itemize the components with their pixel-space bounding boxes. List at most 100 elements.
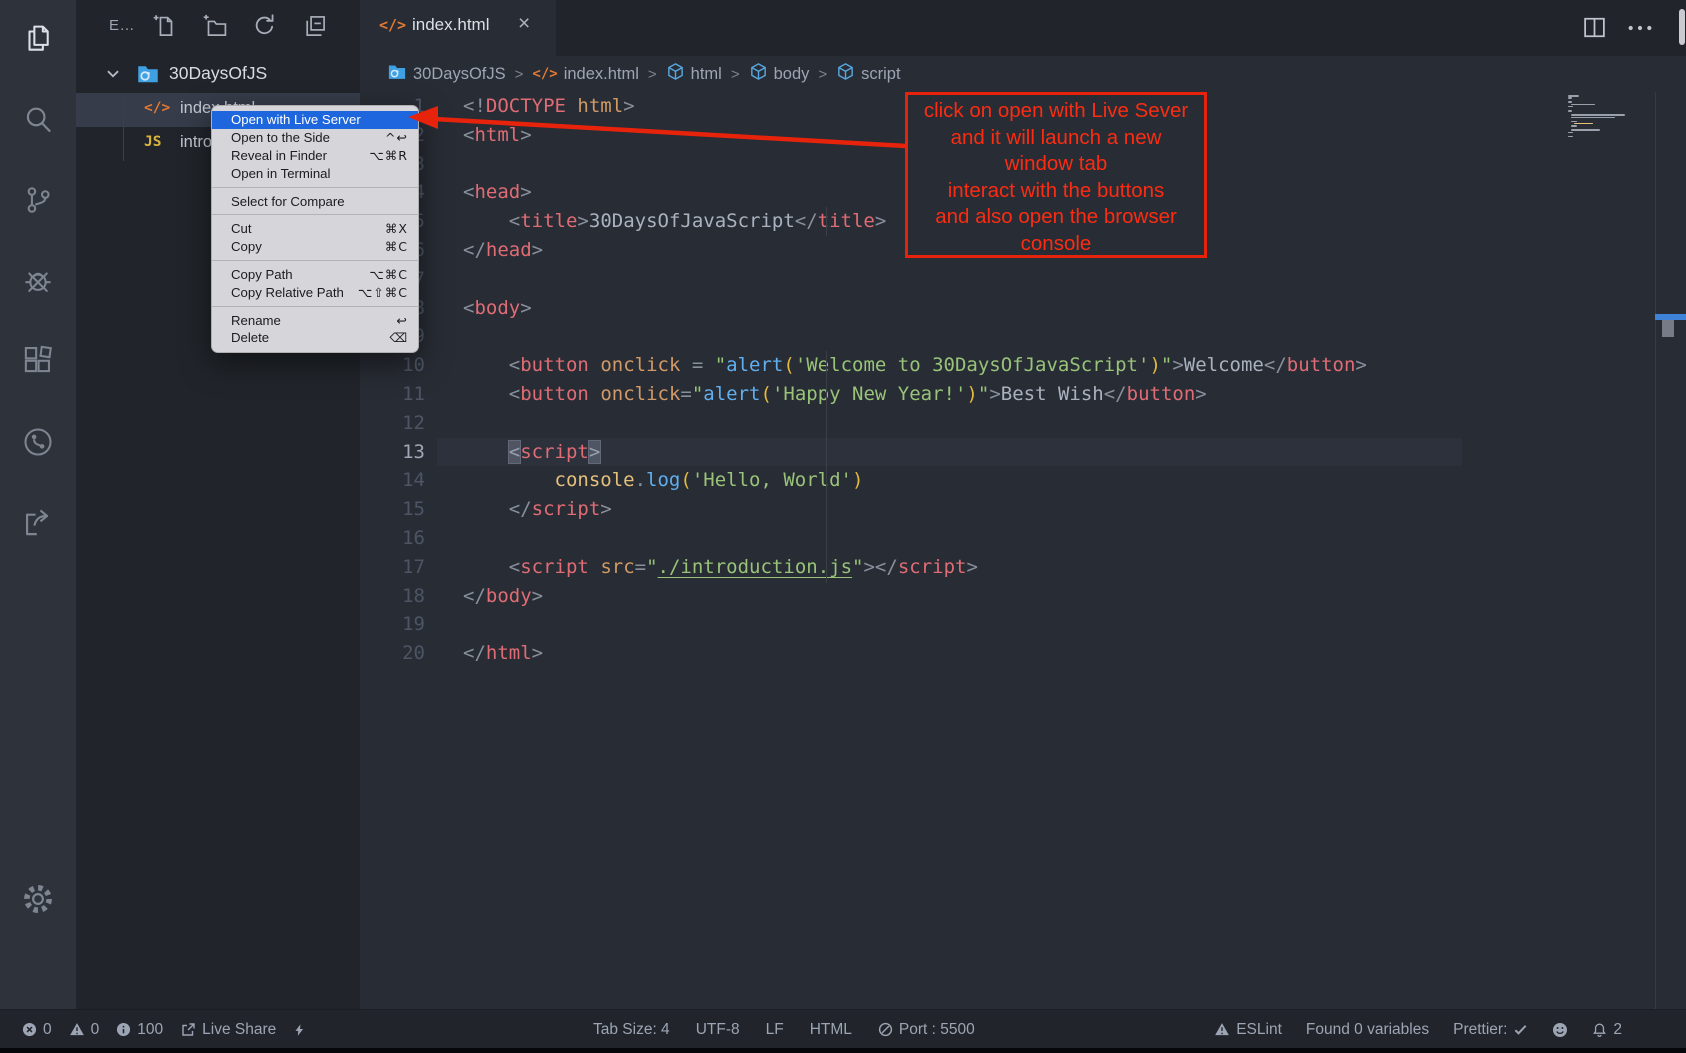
- status-item-html[interactable]: HTML: [810, 1021, 852, 1039]
- code-token: 'Welcome to 30DaysOfJavaScript': [795, 354, 1150, 376]
- menu-item-copy-relative-path[interactable]: Copy Relative Path⌥⇧⌘C: [212, 283, 418, 301]
- search-icon[interactable]: [21, 103, 55, 137]
- code-token: >: [532, 585, 543, 607]
- code-line[interactable]: 15 </script>: [360, 495, 1686, 524]
- collapse-all-icon[interactable]: [302, 13, 328, 39]
- menu-item-open-to-the-side[interactable]: Open to the Side^↩: [212, 129, 418, 147]
- close-icon[interactable]: ×: [518, 12, 530, 36]
- settings-gear-icon[interactable]: [21, 882, 55, 916]
- menu-item-open-with-live-server[interactable]: Open with Live Server: [212, 111, 418, 129]
- code-line[interactable]: 9: [360, 322, 1686, 351]
- tab-index-html[interactable]: </> index.html ×: [360, 0, 556, 56]
- line-number: 16: [360, 524, 437, 553]
- code-token: =: [635, 556, 646, 578]
- code-line[interactable]: 8<body>: [360, 294, 1686, 323]
- menu-item-copy-path[interactable]: Copy Path⌥⌘C: [212, 266, 418, 284]
- code-token: [463, 469, 555, 491]
- menu-item-cut[interactable]: Cut⌘X: [212, 220, 418, 238]
- breadcrumb-item-html[interactable]: html: [666, 62, 722, 86]
- line-number: 14: [360, 466, 437, 495]
- status-right-group: ESLint Found 0 variables Prettier: 2: [1214, 1010, 1622, 1049]
- new-folder-icon[interactable]: [202, 13, 228, 39]
- code-line[interactable]: 12: [360, 409, 1686, 438]
- minimap[interactable]: [1563, 95, 1651, 145]
- menu-item-rename[interactable]: Rename↩: [212, 311, 418, 329]
- code-token: ): [852, 469, 863, 491]
- code-token: console: [555, 469, 635, 491]
- menu-item-open-in-terminal[interactable]: Open in Terminal: [212, 164, 418, 182]
- code-token: button: [520, 383, 589, 405]
- code-token: [589, 354, 600, 376]
- status-item-2[interactable]: 2: [1592, 1021, 1622, 1039]
- code-line[interactable]: 13 <script>: [360, 438, 1686, 467]
- menu-item-select-for-compare[interactable]: Select for Compare: [212, 192, 418, 210]
- minimap-line: [1568, 136, 1573, 138]
- code-line[interactable]: 10 <button onclick = "alert('Welcome to …: [360, 351, 1686, 380]
- code-line[interactable]: 14 console.log('Hello, World'): [360, 466, 1686, 495]
- breadcrumb-item-body[interactable]: body: [749, 62, 810, 86]
- split-editor-icon[interactable]: [1582, 15, 1607, 40]
- status-item-port-5500[interactable]: Port : 5500: [878, 1021, 975, 1039]
- status-item-text: HTML: [810, 1021, 852, 1039]
- status-item-0[interactable]: 0: [69, 1021, 100, 1039]
- explorer-indent-guide: [123, 93, 124, 161]
- html-code-icon: </>: [379, 16, 406, 34]
- status-item-0[interactable]: 0: [22, 1021, 52, 1039]
- cube-icon: [749, 62, 768, 86]
- code-token: (: [761, 383, 772, 405]
- menu-item-copy[interactable]: Copy⌘C: [212, 238, 418, 256]
- code-line[interactable]: 20</html>: [360, 639, 1686, 668]
- status-item-utf-8[interactable]: UTF-8: [696, 1021, 740, 1039]
- refresh-icon[interactable]: [252, 13, 278, 39]
- source-control-icon[interactable]: [21, 183, 55, 217]
- menu-item-delete[interactable]: Delete⌫: [212, 329, 418, 347]
- menu-item-reveal-in-finder[interactable]: Reveal in Finder⌥⌘R: [212, 147, 418, 165]
- new-file-icon[interactable]: [152, 13, 178, 39]
- lightning-icon: [293, 1022, 306, 1038]
- status-item-text: ESLint: [1236, 1021, 1282, 1039]
- code-line[interactable]: 19: [360, 610, 1686, 639]
- scrollbar-nub[interactable]: [1679, 9, 1685, 45]
- status-item-100[interactable]: 100: [116, 1021, 163, 1039]
- code-line[interactable]: 16: [360, 524, 1686, 553]
- status-item-prettier[interactable]: Prettier:: [1453, 1021, 1528, 1039]
- code-line[interactable]: 7: [360, 265, 1686, 294]
- menu-item-shortcut: ⌥⌘C: [369, 267, 408, 282]
- status-item-found-0-variables[interactable]: Found 0 variables: [1306, 1021, 1429, 1039]
- code-token: ): [966, 383, 977, 405]
- code-line[interactable]: 18</body>: [360, 582, 1686, 611]
- gitlens-icon[interactable]: [21, 425, 55, 459]
- menu-item-shortcut: ⌘X: [385, 221, 408, 236]
- scrollbar-thumb[interactable]: [1662, 320, 1674, 337]
- explorer-root-folder[interactable]: 30DaysOfJS: [76, 58, 360, 90]
- menu-separator: [212, 306, 418, 307]
- breadcrumb-separator-icon: >: [513, 66, 526, 83]
- annotation-text-line: and it will launch a new: [908, 125, 1204, 152]
- explorer-icon[interactable]: [21, 23, 55, 57]
- code-line-text: <button onclick="alert('Happy New Year!'…: [437, 380, 1462, 409]
- breadcrumb-item-script[interactable]: script: [836, 62, 900, 86]
- status-item-smiley[interactable]: [1552, 1022, 1568, 1038]
- extensions-icon[interactable]: [21, 345, 55, 379]
- code-token: script: [520, 556, 589, 578]
- status-item-live-share[interactable]: Live Share: [180, 1021, 276, 1039]
- code-token: <: [509, 354, 520, 376]
- html-code-icon: </>: [532, 66, 557, 82]
- status-item-tab-size-4[interactable]: Tab Size: 4: [593, 1021, 670, 1039]
- code-token: [589, 556, 600, 578]
- folder-icon: [387, 62, 407, 87]
- code-token: <!: [463, 95, 486, 117]
- breadcrumb-item-index-html[interactable]: </>index.html: [532, 65, 639, 84]
- run-debug-icon[interactable]: [21, 264, 55, 298]
- live-share-icon[interactable]: [21, 505, 55, 539]
- breadcrumb-item-30daysofjs[interactable]: 30DaysOfJS: [387, 62, 506, 87]
- status-item-lf[interactable]: LF: [766, 1021, 784, 1039]
- status-item-eslint[interactable]: ESLint: [1214, 1021, 1282, 1039]
- status-item-lightning[interactable]: [293, 1022, 306, 1038]
- code-line[interactable]: 11 <button onclick="alert('Happy New Yea…: [360, 380, 1686, 409]
- code-line[interactable]: 17 <script src="./introduction.js"></scr…: [360, 553, 1686, 582]
- more-actions-icon[interactable]: [1626, 17, 1654, 39]
- menu-item-label: Delete: [231, 330, 269, 345]
- vscode-window: E… 30DaysOfJS </>index.htmlJSintroductio…: [0, 0, 1686, 1053]
- code-token: <: [509, 441, 520, 463]
